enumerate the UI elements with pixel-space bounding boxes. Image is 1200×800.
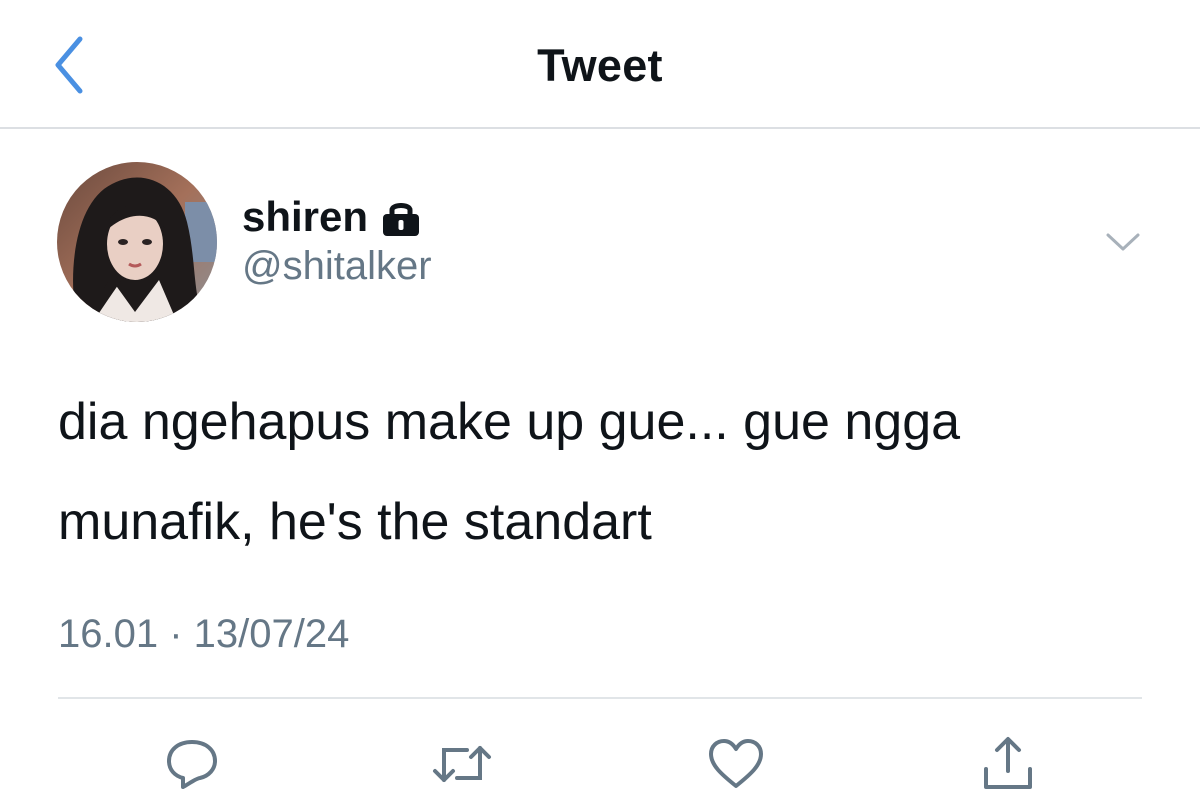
author-handle[interactable]: @shitalker — [242, 244, 432, 289]
profile-photo — [57, 162, 217, 322]
divider — [58, 697, 1142, 699]
display-name: shiren — [242, 193, 369, 240]
share-button[interactable] — [976, 732, 1040, 796]
more-options-button[interactable] — [1100, 222, 1146, 262]
retweet-icon — [433, 746, 491, 782]
avatar[interactable] — [57, 162, 217, 322]
page-title: Tweet — [537, 40, 663, 91]
like-button[interactable] — [704, 732, 768, 796]
tweet-timestamp[interactable]: 16.01 · 13/07/24 — [58, 612, 349, 657]
retweet-button[interactable] — [430, 732, 494, 796]
reply-button[interactable] — [160, 732, 224, 796]
share-icon — [984, 737, 1032, 789]
navigation-header: Tweet — [0, 0, 1200, 129]
chevron-down-icon — [1106, 233, 1140, 251]
tweet-text: dia ngehapus make up gue... gue ngga mun… — [58, 393, 961, 551]
author-name-row[interactable]: shiren — [242, 190, 422, 244]
lock-icon — [380, 199, 422, 237]
comment-icon — [167, 740, 217, 789]
heart-icon — [709, 739, 763, 788]
